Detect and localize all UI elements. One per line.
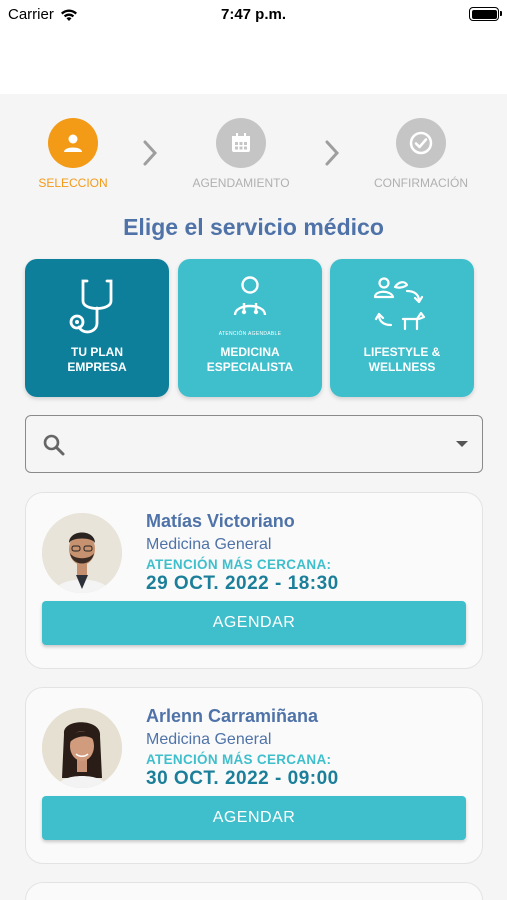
service-label: MEDICINA ESPECIALISTA	[206, 345, 294, 374]
chevron-right-icon	[143, 140, 158, 166]
step-label: AGENDAMIENTO	[192, 176, 290, 190]
person-icon	[48, 118, 98, 168]
page-title: Elige el servicio médico	[123, 214, 384, 240]
service-tile-lifestyle-wellness[interactable]: LIFESTYLE & WELLNESS	[330, 259, 474, 397]
doctor-card: Arlenn Carramiñana Medicina General ATEN…	[25, 687, 483, 864]
next-appointment-label: ATENCIÓN MÁS CERCANA:	[146, 752, 332, 767]
battery-icon	[469, 7, 502, 21]
search-dropdown[interactable]	[25, 415, 483, 473]
service-label: TU PLAN EMPRESA	[67, 345, 127, 374]
service-tile-medicina-especialista[interactable]: ATENCIÓN AGENDABLE MEDICINA ESPECIALISTA	[178, 259, 322, 397]
service-tile-plan-empresa[interactable]: TU PLAN EMPRESA	[25, 259, 169, 397]
calendar-icon	[216, 118, 266, 168]
step-agendamiento[interactable]: AGENDAMIENTO	[186, 118, 296, 190]
agendar-button[interactable]: AGENDAR	[42, 796, 466, 840]
doctor-specialty: Medicina General	[146, 536, 272, 553]
service-label: LIFESTYLE & WELLNESS	[363, 345, 441, 374]
next-appointment-date: 30 OCT. 2022 - 09:00	[146, 768, 339, 789]
lifestyle-cycle-icon	[373, 277, 426, 331]
status-bar: Carrier 7:47 p.m.	[0, 0, 507, 30]
search-icon	[43, 434, 65, 456]
next-appointment-label: ATENCIÓN MÁS CERCANA:	[146, 557, 332, 572]
agendar-button[interactable]: AGENDAR	[42, 601, 466, 645]
step-label: CONFIRMACIÓN	[374, 176, 468, 190]
clock: 7:47 p.m.	[220, 6, 287, 23]
doctor-name: Matías Victoriano	[146, 511, 295, 531]
next-appointment-date: 29 OCT. 2022 - 18:30	[146, 573, 339, 594]
doctor-name: Arlenn Carramiñana	[146, 706, 319, 726]
booking-panel: SELECCION AGENDAMIENTO CONFIRMACIÓN Elig…	[0, 94, 507, 900]
step-seleccion[interactable]: SELECCION	[33, 118, 113, 190]
doctor-icon	[233, 276, 267, 316]
service-sublabel: ATENCIÓN AGENDABLE	[218, 331, 282, 337]
step-label: SELECCION	[38, 176, 108, 190]
doctor-card	[25, 882, 483, 900]
dropdown-arrow-icon[interactable]	[456, 441, 468, 447]
doctor-card: Matías Victoriano Medicina General ATENC…	[25, 492, 483, 669]
check-circle-icon	[396, 118, 446, 168]
step-confirmacion[interactable]: CONFIRMACIÓN	[366, 118, 476, 190]
avatar	[42, 708, 122, 788]
stethoscope-icon	[69, 279, 113, 334]
chevron-right-icon	[325, 140, 340, 166]
avatar	[42, 513, 122, 593]
doctor-specialty: Medicina General	[146, 731, 272, 748]
